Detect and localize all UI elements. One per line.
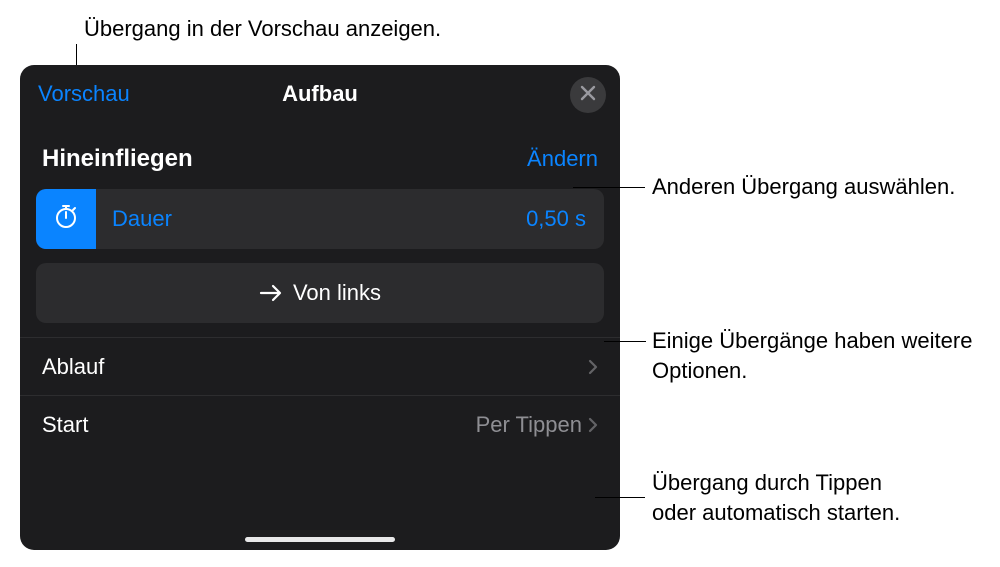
callout-text: Übergang durch Tippen [652, 468, 900, 498]
callout-line [604, 341, 646, 342]
panel-title: Aufbau [282, 81, 358, 107]
duration-row[interactable]: Dauer 0,50 s [36, 189, 604, 249]
callout-text: Anderen Übergang auswählen. [652, 172, 955, 202]
arrow-right-icon [259, 283, 283, 303]
callout-options: Einige Übergänge haben weitere Optionen. [652, 326, 1000, 385]
timer-badge [36, 189, 96, 249]
duration-label: Dauer [112, 206, 172, 232]
duration-value: 0,50 s [526, 206, 586, 232]
callout-line [573, 187, 645, 188]
change-button[interactable]: Ändern [527, 146, 598, 172]
callout-start: Übergang durch Tippen oder automatisch s… [652, 468, 900, 527]
start-value: Per Tippen [476, 412, 582, 438]
effect-header: Hineinfliegen Ändern [20, 123, 620, 189]
chevron-right-icon [588, 417, 598, 433]
preview-button[interactable]: Vorschau [38, 81, 130, 107]
panel-header: Vorschau Aufbau [20, 65, 620, 123]
stopwatch-icon [52, 202, 80, 236]
direction-row[interactable]: Von links [36, 263, 604, 323]
chevron-right-icon [588, 359, 598, 375]
home-indicator [245, 537, 395, 542]
start-label: Start [42, 412, 88, 438]
duration-left: Dauer [36, 189, 172, 249]
build-panel: Vorschau Aufbau Hineinfliegen Ändern [20, 65, 620, 550]
callout-text: Einige Übergänge haben weitere Optionen. [652, 326, 1000, 385]
callout-preview: Übergang in der Vorschau anzeigen. [84, 14, 441, 44]
close-icon [580, 85, 596, 106]
order-label: Ablauf [42, 354, 104, 380]
order-row[interactable]: Ablauf [20, 337, 620, 395]
close-button[interactable] [570, 77, 606, 113]
callout-line [595, 497, 645, 498]
callout-change: Anderen Übergang auswählen. [652, 172, 955, 202]
start-row[interactable]: Start Per Tippen [20, 395, 620, 453]
direction-label: Von links [293, 280, 381, 306]
callout-text: oder automatisch starten. [652, 498, 900, 528]
effect-name: Hineinfliegen [42, 145, 193, 173]
